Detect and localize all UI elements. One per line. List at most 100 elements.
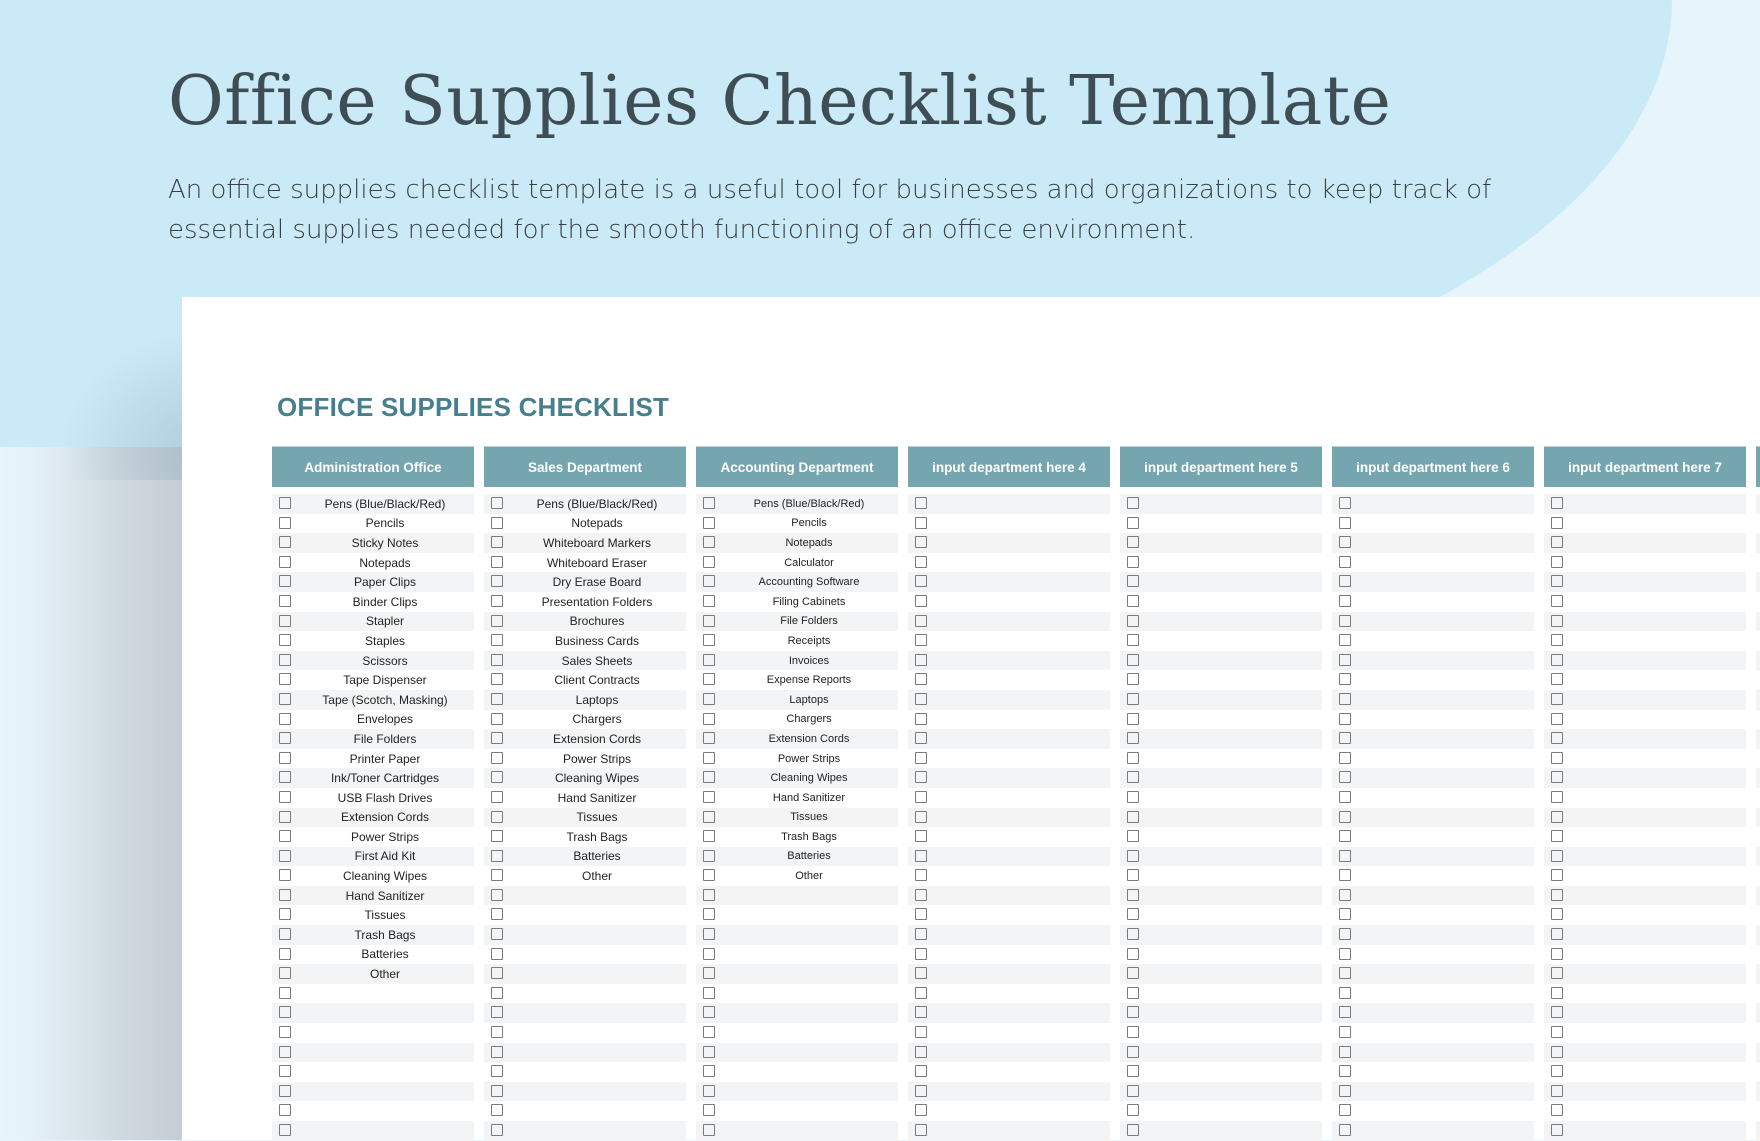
checkbox[interactable] bbox=[703, 908, 715, 921]
checkbox[interactable] bbox=[1127, 830, 1139, 843]
checkbox[interactable] bbox=[915, 771, 927, 784]
checkbox[interactable] bbox=[1551, 1006, 1563, 1019]
checkbox[interactable] bbox=[1551, 1084, 1563, 1097]
checkbox[interactable] bbox=[279, 634, 291, 647]
checkbox[interactable] bbox=[1551, 575, 1563, 588]
checkbox[interactable] bbox=[491, 947, 503, 960]
checkbox[interactable] bbox=[491, 653, 503, 666]
checkbox[interactable] bbox=[279, 536, 291, 549]
checkbox[interactable] bbox=[491, 1065, 503, 1078]
item-label[interactable]: Receipts bbox=[724, 635, 894, 647]
checkbox[interactable] bbox=[491, 810, 503, 823]
item-label[interactable]: Dry Erase Board bbox=[512, 575, 682, 589]
item-label[interactable]: Tissues bbox=[512, 810, 682, 824]
item-label[interactable]: Power Strips bbox=[300, 830, 470, 844]
checkbox[interactable] bbox=[279, 594, 291, 607]
checkbox[interactable] bbox=[1127, 790, 1139, 803]
checkbox[interactable] bbox=[703, 614, 715, 627]
checkbox[interactable] bbox=[1339, 986, 1351, 999]
checkbox[interactable] bbox=[279, 908, 291, 921]
item-label[interactable]: Envelopes bbox=[300, 712, 470, 726]
checkbox[interactable] bbox=[279, 849, 291, 862]
checkbox[interactable] bbox=[1551, 908, 1563, 921]
checkbox[interactable] bbox=[1551, 1104, 1563, 1117]
checkbox[interactable] bbox=[1127, 1065, 1139, 1078]
checkbox[interactable] bbox=[915, 1124, 927, 1136]
item-label[interactable]: Sales Sheets bbox=[512, 654, 682, 668]
department-header[interactable]: input department here 6 bbox=[1332, 446, 1534, 487]
checkbox[interactable] bbox=[491, 673, 503, 686]
checkbox[interactable] bbox=[1551, 869, 1563, 882]
item-label[interactable]: Ink/Toner Cartridges bbox=[300, 771, 470, 785]
checkbox[interactable] bbox=[1339, 555, 1351, 568]
checkbox[interactable] bbox=[915, 947, 927, 960]
checkbox[interactable] bbox=[1551, 830, 1563, 843]
checkbox[interactable] bbox=[915, 536, 927, 549]
checkbox[interactable] bbox=[1127, 1124, 1139, 1136]
checkbox[interactable] bbox=[1127, 712, 1139, 725]
checkbox[interactable] bbox=[1339, 947, 1351, 960]
checkbox[interactable] bbox=[1551, 516, 1563, 529]
checkbox[interactable] bbox=[703, 594, 715, 607]
checkbox[interactable] bbox=[1339, 771, 1351, 784]
checkbox[interactable] bbox=[1551, 732, 1563, 745]
checkbox[interactable] bbox=[279, 555, 291, 568]
checkbox[interactable] bbox=[1127, 1045, 1139, 1058]
checkbox[interactable] bbox=[703, 790, 715, 803]
checkbox[interactable] bbox=[1339, 712, 1351, 725]
checkbox[interactable] bbox=[491, 967, 503, 980]
checkbox[interactable] bbox=[915, 732, 927, 745]
checkbox[interactable] bbox=[1339, 653, 1351, 666]
checkbox[interactable] bbox=[279, 771, 291, 784]
checkbox[interactable] bbox=[279, 1026, 291, 1039]
item-label[interactable]: Extension Cords bbox=[512, 732, 682, 746]
item-label[interactable]: Pens (Blue/Black/Red) bbox=[300, 497, 470, 511]
item-label[interactable]: Other bbox=[300, 967, 470, 981]
checkbox[interactable] bbox=[1339, 849, 1351, 862]
checkbox[interactable] bbox=[1551, 986, 1563, 999]
item-label[interactable]: Scissors bbox=[300, 654, 470, 668]
checkbox[interactable] bbox=[1127, 771, 1139, 784]
checkbox[interactable] bbox=[1127, 1026, 1139, 1039]
department-header[interactable]: Administration Office bbox=[272, 446, 474, 487]
item-label[interactable]: Pencils bbox=[300, 516, 470, 530]
item-label[interactable]: Whiteboard Eraser bbox=[512, 556, 682, 570]
item-label[interactable]: Printer Paper bbox=[300, 752, 470, 766]
item-label[interactable]: Binder Clips bbox=[300, 595, 470, 609]
checkbox[interactable] bbox=[1339, 1084, 1351, 1097]
item-label[interactable]: Trash Bags bbox=[300, 928, 470, 942]
checkbox[interactable] bbox=[1127, 614, 1139, 627]
checkbox[interactable] bbox=[915, 594, 927, 607]
checkbox[interactable] bbox=[279, 810, 291, 823]
checkbox[interactable] bbox=[491, 1084, 503, 1097]
checkbox[interactable] bbox=[1127, 575, 1139, 588]
checkbox[interactable] bbox=[915, 869, 927, 882]
checkbox[interactable] bbox=[703, 869, 715, 882]
checkbox[interactable] bbox=[491, 536, 503, 549]
checkbox[interactable] bbox=[915, 1104, 927, 1117]
item-label[interactable]: Accounting Software bbox=[724, 576, 894, 588]
checkbox[interactable] bbox=[1127, 555, 1139, 568]
checkbox[interactable] bbox=[1339, 673, 1351, 686]
checkbox[interactable] bbox=[1339, 928, 1351, 941]
checkbox[interactable] bbox=[1127, 673, 1139, 686]
item-label[interactable]: Hand Sanitizer bbox=[512, 791, 682, 805]
checkbox[interactable] bbox=[491, 614, 503, 627]
checkbox[interactable] bbox=[915, 888, 927, 901]
checkbox[interactable] bbox=[491, 516, 503, 529]
checkbox[interactable] bbox=[1127, 967, 1139, 980]
checkbox[interactable] bbox=[1127, 947, 1139, 960]
checkbox[interactable] bbox=[1551, 653, 1563, 666]
item-label[interactable]: Presentation Folders bbox=[512, 595, 682, 609]
checkbox[interactable] bbox=[491, 575, 503, 588]
checkbox[interactable] bbox=[1127, 810, 1139, 823]
checkbox[interactable] bbox=[279, 614, 291, 627]
checkbox[interactable] bbox=[1551, 928, 1563, 941]
checkbox[interactable] bbox=[915, 1084, 927, 1097]
item-label[interactable]: Laptops bbox=[724, 694, 894, 706]
checkbox[interactable] bbox=[1339, 497, 1351, 509]
checkbox[interactable] bbox=[491, 928, 503, 941]
checkbox[interactable] bbox=[915, 810, 927, 823]
item-label[interactable]: Whiteboard Markers bbox=[512, 536, 682, 550]
checkbox[interactable] bbox=[1339, 790, 1351, 803]
